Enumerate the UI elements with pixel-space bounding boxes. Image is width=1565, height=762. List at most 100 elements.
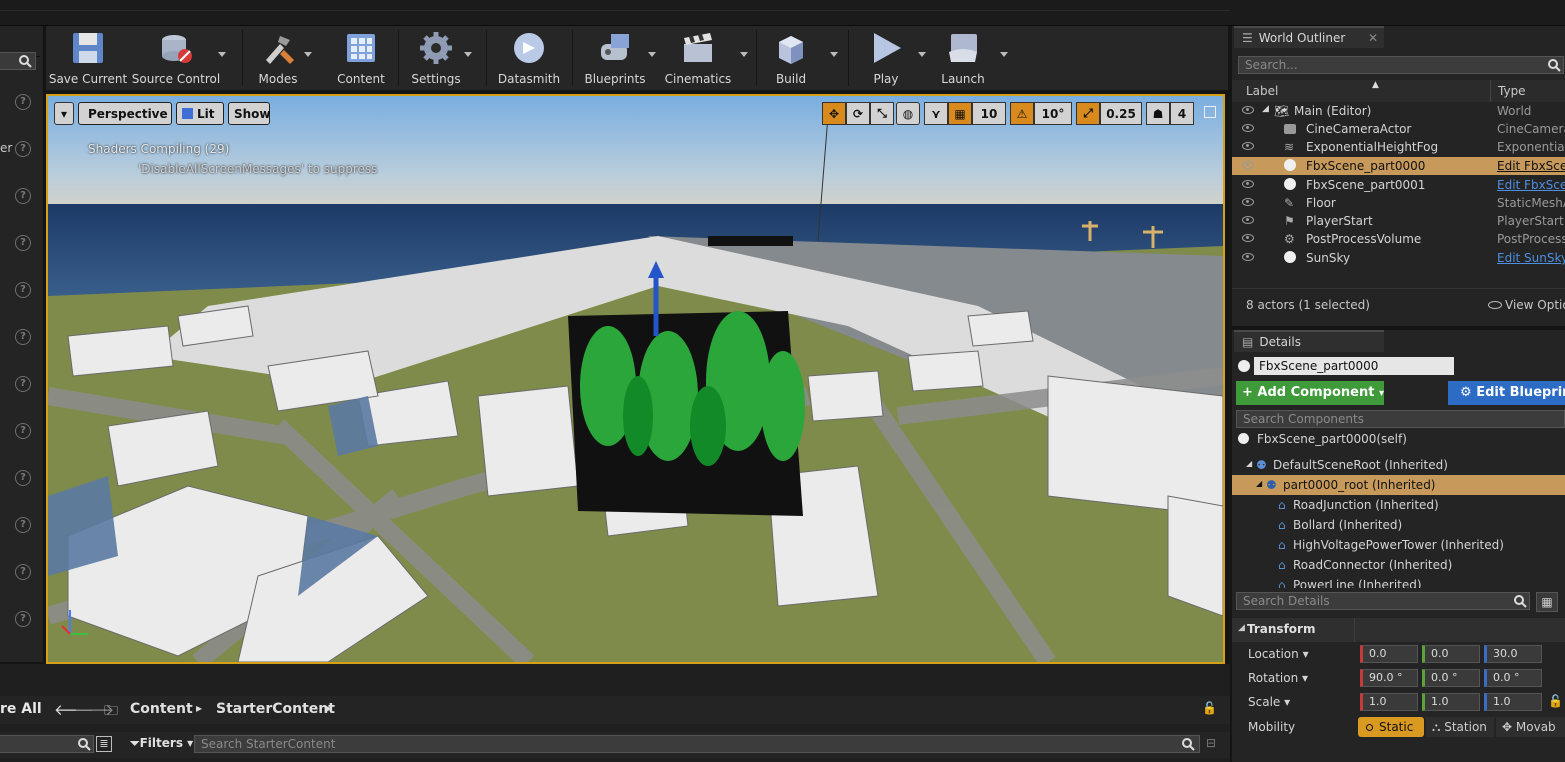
breadcrumb-content[interactable]: Content — [130, 701, 193, 717]
edit-blueprint-button[interactable]: ⚙ Edit Blueprin — [1448, 381, 1565, 405]
expand-triangle-icon[interactable]: ◢ — [1246, 459, 1252, 468]
visibility-eye-icon[interactable] — [1242, 161, 1254, 169]
asset-search-input[interactable]: Search StarterContent — [194, 735, 1200, 753]
play-button[interactable]: Play — [856, 26, 926, 90]
add-component-button[interactable]: + Add Component ▾ — [1236, 381, 1384, 405]
outliner-row[interactable]: CineCameraActorCineCameraA — [1232, 120, 1565, 138]
sources-search-input[interactable] — [0, 735, 94, 753]
left-search-input[interactable] — [0, 52, 36, 70]
visibility-eye-icon[interactable] — [1242, 234, 1254, 242]
help-icon[interactable]: ? — [15, 376, 31, 392]
transform-category-header[interactable]: ◢ Transform — [1232, 618, 1565, 642]
visibility-eye-icon[interactable] — [1242, 216, 1254, 224]
rotation-snap-icon[interactable]: ⚠ — [1010, 102, 1034, 125]
mobility-stationary-button[interactable]: ⛬ Station — [1426, 717, 1494, 737]
outliner-row[interactable]: SunSky Edit SunSky — [1232, 249, 1565, 267]
help-icon[interactable]: ? — [15, 423, 31, 439]
outliner-search-input[interactable]: Search... — [1238, 56, 1564, 74]
location-x-field[interactable]: 0.0 — [1360, 645, 1418, 663]
launch-button[interactable]: Launch — [934, 26, 1008, 90]
source-control-button[interactable]: Source Control — [132, 26, 226, 90]
perspective-dropdown[interactable]: Perspective — [78, 102, 172, 125]
scale-x-field[interactable]: 1.0 — [1360, 693, 1418, 711]
outliner-row-selected[interactable]: FbxScene_part0000 Edit FbxSce — [1232, 157, 1565, 175]
modes-button[interactable]: Modes — [246, 26, 312, 90]
filters-dropdown[interactable]: ⏷Filters ▾ — [130, 736, 193, 751]
list-view-icon[interactable]: ≣ — [96, 736, 112, 752]
help-icon[interactable]: ? — [15, 141, 31, 157]
datasmith-button[interactable]: Datasmith — [496, 26, 562, 90]
rotation-label[interactable]: Rotation ▾ — [1248, 671, 1308, 685]
column-type[interactable]: Type — [1498, 84, 1526, 98]
location-z-field[interactable]: 30.0 — [1484, 645, 1542, 663]
outliner-row[interactable]: ⚙ PostProcessVolume PostProcess — [1232, 230, 1565, 248]
surface-snap-icon[interactable]: ⋎ — [924, 102, 948, 125]
scale-z-field[interactable]: 1.0 — [1484, 693, 1542, 711]
save-search-icon[interactable]: ⊟ — [1206, 736, 1216, 750]
help-icon[interactable]: ? — [15, 329, 31, 345]
visibility-eye-icon[interactable] — [1242, 124, 1254, 132]
cinematics-button[interactable]: Cinematics — [662, 26, 748, 90]
help-icon[interactable]: ? — [15, 611, 31, 627]
help-icon[interactable]: ? — [15, 94, 31, 110]
scale-y-field[interactable]: 1.0 — [1422, 693, 1480, 711]
column-label[interactable]: Label — [1246, 84, 1278, 98]
breadcrumb-separator-icon[interactable]: ▸ — [196, 701, 202, 715]
camera-speed-icon[interactable]: ☗ — [1146, 102, 1170, 125]
scale-mode-icon[interactable]: ⤡ — [870, 102, 894, 125]
grid-snap-value[interactable]: 10 — [972, 102, 1006, 125]
close-icon[interactable]: ✕ — [1368, 31, 1378, 45]
blueprints-button[interactable]: Blueprints — [580, 26, 656, 90]
location-label[interactable]: Location ▾ — [1248, 647, 1309, 661]
grid-snap-icon[interactable]: ▦ — [948, 102, 972, 125]
search-components-input[interactable]: Search Components — [1236, 410, 1565, 428]
rotation-z-field[interactable]: 0.0 ° — [1484, 669, 1542, 687]
scale-snap-icon[interactable]: ⤢ — [1076, 102, 1100, 125]
component-row[interactable]: ◢ ⚉ DefaultSceneRoot (Inherited) — [1232, 455, 1565, 475]
view-options-button[interactable]: View Optio — [1488, 298, 1565, 312]
outliner-row[interactable]: FbxScene_part0001 Edit FbxSce — [1232, 176, 1565, 194]
maximize-viewport-icon[interactable] — [1204, 106, 1216, 118]
rotation-snap-value[interactable]: 10° — [1034, 102, 1072, 125]
component-self-row[interactable]: FbxScene_part0000(self) — [1232, 429, 1565, 449]
component-row-selected[interactable]: ◢ ⚉ part0000_root (Inherited) — [1232, 475, 1565, 495]
breadcrumb-separator-icon[interactable]: ▸ — [326, 701, 332, 715]
search-details-input[interactable]: Search Details — [1236, 592, 1530, 610]
save-current-button[interactable]: Save Current — [49, 26, 127, 90]
help-icon[interactable]: ? — [15, 282, 31, 298]
visibility-eye-icon[interactable] — [1242, 253, 1254, 261]
lit-dropdown[interactable]: Lit — [176, 102, 224, 125]
scale-label[interactable]: Scale ▾ — [1248, 695, 1290, 709]
translate-mode-icon[interactable]: ✥ — [822, 102, 846, 125]
outliner-row[interactable]: ◢ 🗺 Main (Editor) World — [1232, 102, 1565, 120]
visibility-eye-icon[interactable] — [1242, 142, 1254, 150]
rotate-mode-icon[interactable]: ⟳ — [846, 102, 870, 125]
outliner-row[interactable]: ≋ExponentialHeightFogExponentialH — [1232, 138, 1565, 156]
component-row[interactable]: ⌂ RoadConnector (Inherited) — [1232, 555, 1565, 575]
scale-snap-value[interactable]: 0.25 — [1100, 102, 1142, 125]
world-coords-icon[interactable]: ◍ — [896, 102, 920, 125]
outliner-row[interactable]: ✎ Floor StaticMeshA — [1232, 194, 1565, 212]
rotation-y-field[interactable]: 0.0 ° — [1422, 669, 1480, 687]
settings-button[interactable]: Settings — [404, 26, 472, 90]
breadcrumb-startercontent[interactable]: StarterContent — [216, 701, 335, 717]
help-icon[interactable]: ? — [15, 235, 31, 251]
build-button[interactable]: Build — [762, 26, 838, 90]
viewport-options-dropdown[interactable]: ▾ — [54, 102, 74, 125]
tab-world-outliner[interactable]: ☰ World Outliner ✕ — [1234, 26, 1384, 48]
visibility-eye-icon[interactable] — [1242, 198, 1254, 206]
mobility-static-button[interactable]: Static — [1358, 717, 1424, 737]
show-dropdown[interactable]: Show — [228, 102, 271, 125]
help-icon[interactable]: ? — [15, 470, 31, 486]
content-button[interactable]: Content — [330, 26, 392, 90]
lock-icon[interactable]: 🔓 — [1202, 701, 1217, 715]
component-row[interactable]: ⌂ HighVoltagePowerTower (Inherited) — [1232, 535, 1565, 555]
property-matrix-icon[interactable]: ▦ — [1536, 592, 1558, 612]
visibility-eye-icon[interactable] — [1242, 180, 1254, 188]
help-icon[interactable]: ? — [15, 517, 31, 533]
mobility-movable-button[interactable]: ✥ Movab — [1496, 717, 1565, 737]
component-row[interactable]: ⌂ RoadJunction (Inherited) — [1232, 495, 1565, 515]
actor-name-field[interactable]: FbxScene_part0000 — [1254, 357, 1454, 375]
lock-icon[interactable]: 🔓 — [1548, 694, 1563, 708]
visibility-eye-icon[interactable] — [1242, 106, 1254, 114]
